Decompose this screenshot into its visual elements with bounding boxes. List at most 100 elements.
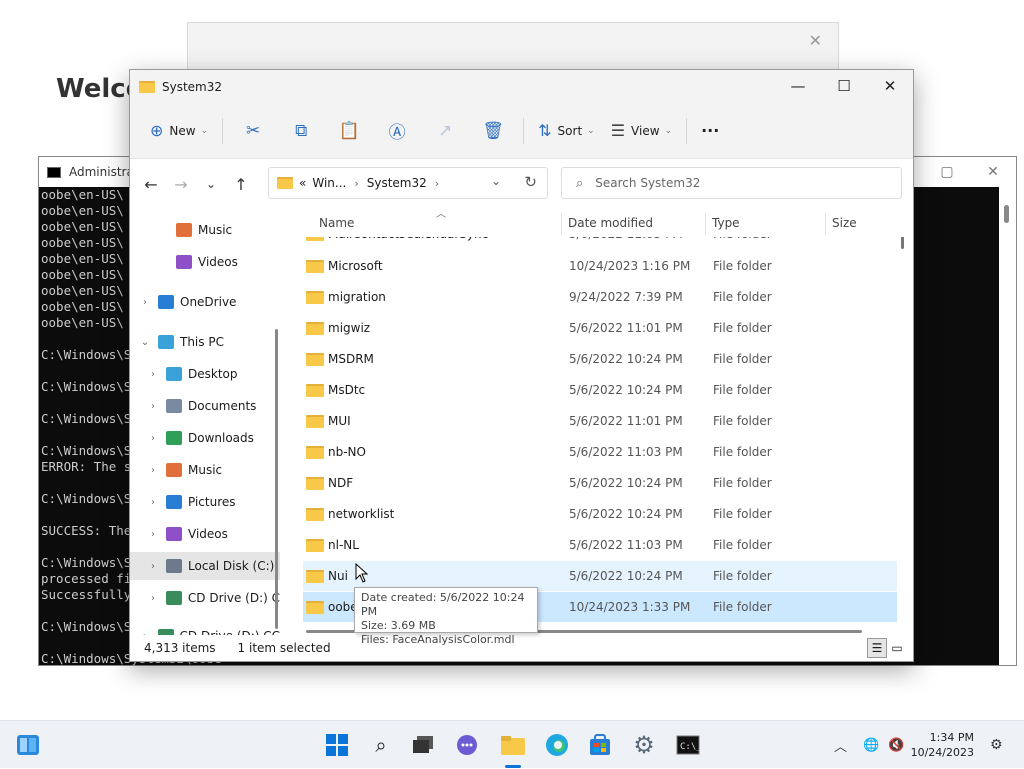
documents-icon xyxy=(166,399,182,413)
file-row[interactable]: NDF 5/6/2022 10:24 PM File folder xyxy=(303,468,897,498)
close-icon[interactable]: ✕ xyxy=(970,157,1016,187)
refresh-icon[interactable]: ↻ xyxy=(524,173,537,191)
nav-item-videos[interactable]: Videos xyxy=(130,248,280,276)
file-row[interactable]: migration 9/24/2022 7:39 PM File folder xyxy=(303,282,897,312)
nav-item-desktop[interactable]: › Desktop xyxy=(130,360,280,388)
file-date: 5/6/2022 10:24 PM xyxy=(569,383,683,397)
nav-item-pictures[interactable]: › Pictures xyxy=(130,488,280,516)
forward-icon[interactable]: → xyxy=(166,175,196,194)
file-explorer-icon[interactable] xyxy=(497,729,529,761)
expand-chevron-icon[interactable]: › xyxy=(146,369,160,380)
cut-icon[interactable]: ✂ xyxy=(229,121,277,141)
expand-chevron-icon[interactable]: › xyxy=(146,561,160,572)
nav-item-documents[interactable]: › Documents xyxy=(130,392,280,420)
edge-icon[interactable] xyxy=(541,729,573,761)
pictures-icon xyxy=(166,495,182,509)
new-button[interactable]: ⊕ New ⌄ xyxy=(142,115,216,147)
file-name: MSDRM xyxy=(328,352,374,366)
copy-icon[interactable]: ⧉ xyxy=(277,121,325,141)
mouse-cursor-icon xyxy=(355,562,369,588)
column-type[interactable]: Type xyxy=(712,216,740,230)
volume-muted-icon[interactable]: 🔇 xyxy=(888,721,904,769)
delete-icon[interactable]: 🗑 xyxy=(469,121,517,141)
breadcrumb-windows[interactable]: Win... xyxy=(312,176,346,190)
nav-item-cd-drive-d-cc[interactable]: ›CD Drive (D:) CC xyxy=(130,622,280,635)
file-type: File folder xyxy=(713,445,772,459)
file-row[interactable]: nb-NO 5/6/2022 11:03 PM File folder xyxy=(303,437,897,467)
chat-icon[interactable] xyxy=(451,729,483,761)
expand-chevron-icon[interactable]: ⌄ xyxy=(138,337,152,348)
store-icon[interactable] xyxy=(584,729,616,761)
more-button[interactable]: ··· xyxy=(693,115,727,147)
nav-item-cd-drive-d-c[interactable]: › CD Drive (D:) C xyxy=(130,584,280,612)
expand-chevron-icon[interactable]: › xyxy=(146,433,160,444)
rename-icon[interactable]: Ⓐ xyxy=(373,118,421,143)
search-box[interactable]: ⌕ Search System32 xyxy=(561,167,902,199)
chevron-down-icon: ⌄ xyxy=(200,125,209,136)
nav-item-videos[interactable]: › Videos xyxy=(130,520,280,548)
system-clock[interactable]: 1:34 PM 10/24/2023 xyxy=(911,730,974,760)
column-name[interactable]: Name xyxy=(319,216,354,230)
search-icon[interactable]: ⌕ xyxy=(365,729,397,761)
local-disk-icon xyxy=(166,559,182,573)
file-row[interactable]: migwiz 5/6/2022 11:01 PM File folder xyxy=(303,313,897,343)
expand-chevron-icon[interactable]: › xyxy=(146,497,160,508)
nav-item-downloads[interactable]: › Downloads xyxy=(130,424,280,452)
network-icon[interactable]: 🌐 xyxy=(863,721,879,769)
start-icon[interactable] xyxy=(321,729,353,761)
up-icon[interactable]: ↑ xyxy=(226,175,256,194)
file-explorer-window[interactable]: System32 — ☐ ✕ ⊕ New ⌄ ✂ ⧉ 📋 Ⓐ ↗ 🗑 ⇅ Sor… xyxy=(129,69,914,662)
chevron-right-icon[interactable]: › xyxy=(435,177,439,190)
column-size[interactable]: Size xyxy=(832,216,857,230)
nav-item-this-pc[interactable]: ⌄ This PC xyxy=(130,328,280,356)
widgets-icon[interactable] xyxy=(12,729,44,761)
column-date[interactable]: Date modified xyxy=(568,216,653,230)
expand-chevron-icon[interactable]: › xyxy=(146,465,160,476)
nav-scrollbar[interactable] xyxy=(275,329,278,629)
file-row[interactable]: networklist 5/6/2022 10:24 PM File folder xyxy=(303,499,897,529)
terminal-icon[interactable]: C:\_ xyxy=(672,729,704,761)
nav-item-music[interactable]: › Music xyxy=(130,456,280,484)
paste-icon[interactable]: 📋 xyxy=(325,121,373,141)
details-view-icon[interactable]: ☰ xyxy=(867,638,887,658)
file-list: Name ︿ Date modified Type Size MailConta… xyxy=(290,209,910,635)
expand-chevron-icon[interactable]: › xyxy=(138,297,152,308)
expand-chevron-icon[interactable]: › xyxy=(146,401,160,412)
close-icon[interactable]: ✕ xyxy=(809,31,822,50)
file-row[interactable]: MUI 5/6/2022 11:01 PM File folder xyxy=(303,406,897,436)
file-row[interactable]: MsDtc 5/6/2022 10:24 PM File folder xyxy=(303,375,897,405)
expand-chevron-icon[interactable]: › xyxy=(146,593,160,604)
back-icon[interactable]: ← xyxy=(136,175,166,194)
address-dropdown-icon[interactable]: ⌄ xyxy=(491,174,501,188)
taskbar: ⌕ ⚙ C:\_ ︿ 🌐 🔇 1:34 PM 10/24/2023 ⚙ xyxy=(0,720,1024,768)
sort-icon: ⇅ xyxy=(538,121,552,140)
tiles-view-icon[interactable]: ▭ xyxy=(887,638,907,658)
share-icon[interactable]: ↗ xyxy=(421,121,469,141)
sort-button[interactable]: ⇅ Sort ⌄ xyxy=(530,115,603,147)
minimize-button[interactable]: — xyxy=(775,70,821,103)
file-row[interactable]: Microsoft 10/24/2023 1:16 PM File folder xyxy=(303,251,897,281)
folder-icon xyxy=(306,321,324,335)
close-button[interactable]: ✕ xyxy=(867,70,913,103)
maximize-button[interactable]: ☐ xyxy=(821,70,867,103)
notification-icon[interactable]: ⚙ xyxy=(990,721,1003,769)
breadcrumb-system32[interactable]: System32 xyxy=(367,176,427,190)
file-row[interactable]: MSDRM 5/6/2022 10:24 PM File folder xyxy=(303,344,897,374)
chevron-right-icon[interactable]: › xyxy=(354,177,358,190)
nav-item-onedrive[interactable]: › OneDrive xyxy=(130,288,280,316)
recent-chevron-icon[interactable]: ⌄ xyxy=(196,177,226,191)
nav-item-local-disk-c[interactable]: › Local Disk (C:) xyxy=(130,552,280,580)
breadcrumb-overflow[interactable]: « xyxy=(299,176,306,190)
view-button[interactable]: ☰ View ⌄ xyxy=(603,115,680,147)
tray-chevron-icon[interactable]: ︿ xyxy=(834,721,847,769)
folder-icon xyxy=(306,569,324,583)
settings-icon[interactable]: ⚙ xyxy=(628,729,660,761)
titlebar[interactable]: System32 — ☐ ✕ xyxy=(130,70,913,103)
address-bar[interactable]: « Win... › System32 › ⌄ ↻ xyxy=(268,167,548,199)
expand-chevron-icon[interactable]: › xyxy=(146,529,160,540)
task-view-icon[interactable] xyxy=(407,729,439,761)
nav-item-music[interactable]: Music xyxy=(130,216,280,244)
minimize-icon[interactable]: ▢ xyxy=(924,157,970,187)
cmd-scrollbar[interactable] xyxy=(999,187,1016,665)
file-row[interactable]: nl-NL 5/6/2022 11:03 PM File folder xyxy=(303,530,897,560)
